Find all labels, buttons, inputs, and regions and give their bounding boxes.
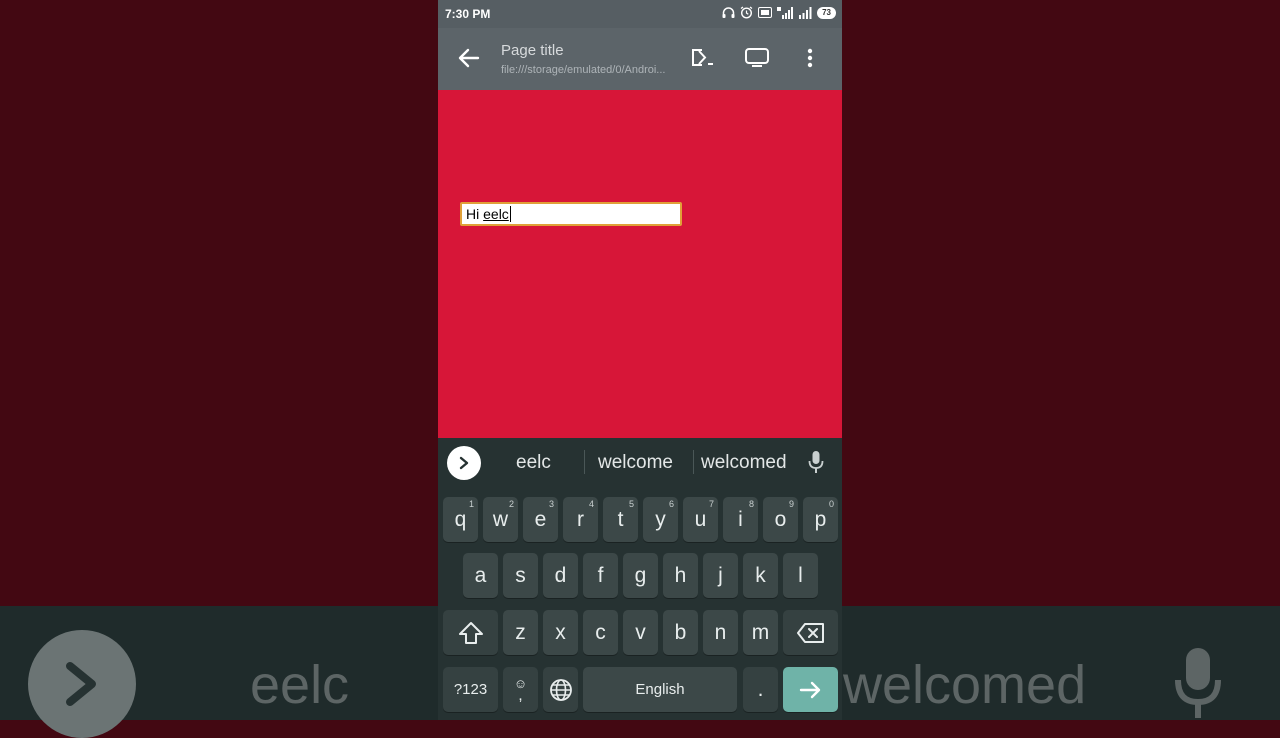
more-options-icon[interactable] bbox=[806, 46, 814, 70]
shift-icon bbox=[458, 621, 483, 644]
comma-label: , bbox=[518, 686, 523, 704]
soft-keyboard: eelc welcome welcomed q1 w2 e3 r4 t5 y6 … bbox=[438, 438, 842, 720]
key-hint: 9 bbox=[788, 499, 794, 509]
symbols-key[interactable]: ?123 bbox=[443, 667, 498, 712]
key-hint: 7 bbox=[708, 499, 714, 509]
text-caret bbox=[509, 206, 511, 222]
key-p[interactable]: p0 bbox=[803, 497, 838, 542]
browser-toolbar: Page title file:///storage/emulated/0/An… bbox=[438, 28, 842, 90]
key-label: o bbox=[774, 507, 787, 531]
arrow-right-icon bbox=[799, 681, 820, 698]
status-bar: 7:30 PM 73 bbox=[438, 0, 842, 28]
enter-key[interactable] bbox=[783, 667, 838, 712]
suggestion-2[interactable]: welcome bbox=[598, 452, 673, 474]
key-e[interactable]: e3 bbox=[523, 497, 558, 542]
key-d[interactable]: d bbox=[543, 553, 578, 598]
key-z[interactable]: z bbox=[503, 610, 538, 655]
key-l[interactable]: l bbox=[783, 553, 818, 598]
key-label: i bbox=[738, 507, 743, 531]
back-arrow-icon[interactable] bbox=[458, 48, 480, 68]
backspace-key[interactable] bbox=[783, 610, 838, 655]
space-key[interactable]: English bbox=[583, 667, 737, 712]
web-content: Hi eelc bbox=[438, 90, 842, 438]
key-hint: 6 bbox=[668, 499, 674, 509]
key-hint: 4 bbox=[588, 499, 594, 509]
expand-toolbar-button[interactable] bbox=[447, 446, 481, 480]
headphones-icon bbox=[722, 6, 735, 18]
key-i[interactable]: i8 bbox=[723, 497, 758, 542]
chevron-right-icon bbox=[459, 456, 469, 470]
battery-indicator: 73 bbox=[817, 6, 836, 19]
key-u[interactable]: u7 bbox=[683, 497, 718, 542]
status-icons: 73 bbox=[722, 6, 836, 19]
suggestion-divider bbox=[693, 450, 694, 474]
text-input[interactable]: Hi eelc bbox=[460, 202, 682, 226]
suggestion-bar: eelc welcome welcomed bbox=[438, 438, 842, 486]
key-label: w bbox=[492, 507, 509, 531]
key-hint: 5 bbox=[628, 499, 634, 509]
phone-screen: 7:30 PM 73 Page title file:///storage/em… bbox=[438, 0, 842, 720]
key-hint: 8 bbox=[748, 499, 754, 509]
background-expand-circle bbox=[28, 630, 136, 738]
background-chevron-right-icon bbox=[66, 662, 96, 706]
key-b[interactable]: b bbox=[663, 610, 698, 655]
suggestion-1[interactable]: eelc bbox=[516, 452, 551, 474]
shift-key[interactable] bbox=[443, 610, 498, 655]
key-label: p bbox=[814, 507, 827, 531]
key-q[interactable]: q1 bbox=[443, 497, 478, 542]
key-r[interactable]: r4 bbox=[563, 497, 598, 542]
key-t[interactable]: t5 bbox=[603, 497, 638, 542]
input-text-committed: Hi bbox=[466, 206, 484, 222]
background-mic-icon bbox=[1175, 648, 1221, 718]
page-title: Page title bbox=[501, 42, 564, 59]
open-external-icon[interactable] bbox=[690, 46, 716, 70]
background-suggestion-right: welcomed bbox=[843, 655, 1087, 715]
signal-strength-icon bbox=[799, 6, 812, 19]
key-y[interactable]: y6 bbox=[643, 497, 678, 542]
background-suggestion-left: eelc bbox=[250, 655, 350, 715]
signal-4g-icon bbox=[777, 6, 794, 19]
key-o[interactable]: o9 bbox=[763, 497, 798, 542]
key-h[interactable]: h bbox=[663, 553, 698, 598]
key-label: y bbox=[655, 507, 666, 531]
suggestion-3[interactable]: welcomed bbox=[701, 452, 787, 474]
key-label: u bbox=[694, 507, 707, 531]
period-key[interactable]: . bbox=[743, 667, 778, 712]
key-hint: 1 bbox=[468, 499, 474, 509]
key-f[interactable]: f bbox=[583, 553, 618, 598]
suggestion-divider bbox=[584, 450, 585, 474]
key-m[interactable]: m bbox=[743, 610, 778, 655]
volte-icon bbox=[758, 7, 773, 18]
globe-icon bbox=[549, 678, 572, 701]
key-hint: 2 bbox=[508, 499, 514, 509]
tabs-icon[interactable] bbox=[744, 46, 770, 70]
key-s[interactable]: s bbox=[503, 553, 538, 598]
key-n[interactable]: n bbox=[703, 610, 738, 655]
key-label: r bbox=[577, 507, 584, 531]
key-x[interactable]: x bbox=[543, 610, 578, 655]
language-key[interactable] bbox=[543, 667, 578, 712]
key-j[interactable]: j bbox=[703, 553, 738, 598]
mic-icon[interactable] bbox=[808, 450, 824, 474]
input-text-composing: eelc bbox=[483, 206, 509, 222]
backspace-icon bbox=[796, 622, 824, 643]
emoji-comma-key[interactable]: ☺ , bbox=[503, 667, 538, 712]
key-k[interactable]: k bbox=[743, 553, 778, 598]
key-hint: 0 bbox=[828, 499, 834, 509]
status-time: 7:30 PM bbox=[445, 7, 491, 21]
key-w[interactable]: w2 bbox=[483, 497, 518, 542]
key-a[interactable]: a bbox=[463, 553, 498, 598]
key-label: t bbox=[617, 507, 624, 531]
key-hint: 3 bbox=[548, 499, 554, 509]
key-g[interactable]: g bbox=[623, 553, 658, 598]
key-label: e bbox=[534, 507, 547, 531]
key-v[interactable]: v bbox=[623, 610, 658, 655]
key-c[interactable]: c bbox=[583, 610, 618, 655]
alarm-icon bbox=[740, 6, 753, 19]
page-url: file:///storage/emulated/0/Androi... bbox=[501, 64, 666, 76]
key-label: q bbox=[454, 507, 467, 531]
